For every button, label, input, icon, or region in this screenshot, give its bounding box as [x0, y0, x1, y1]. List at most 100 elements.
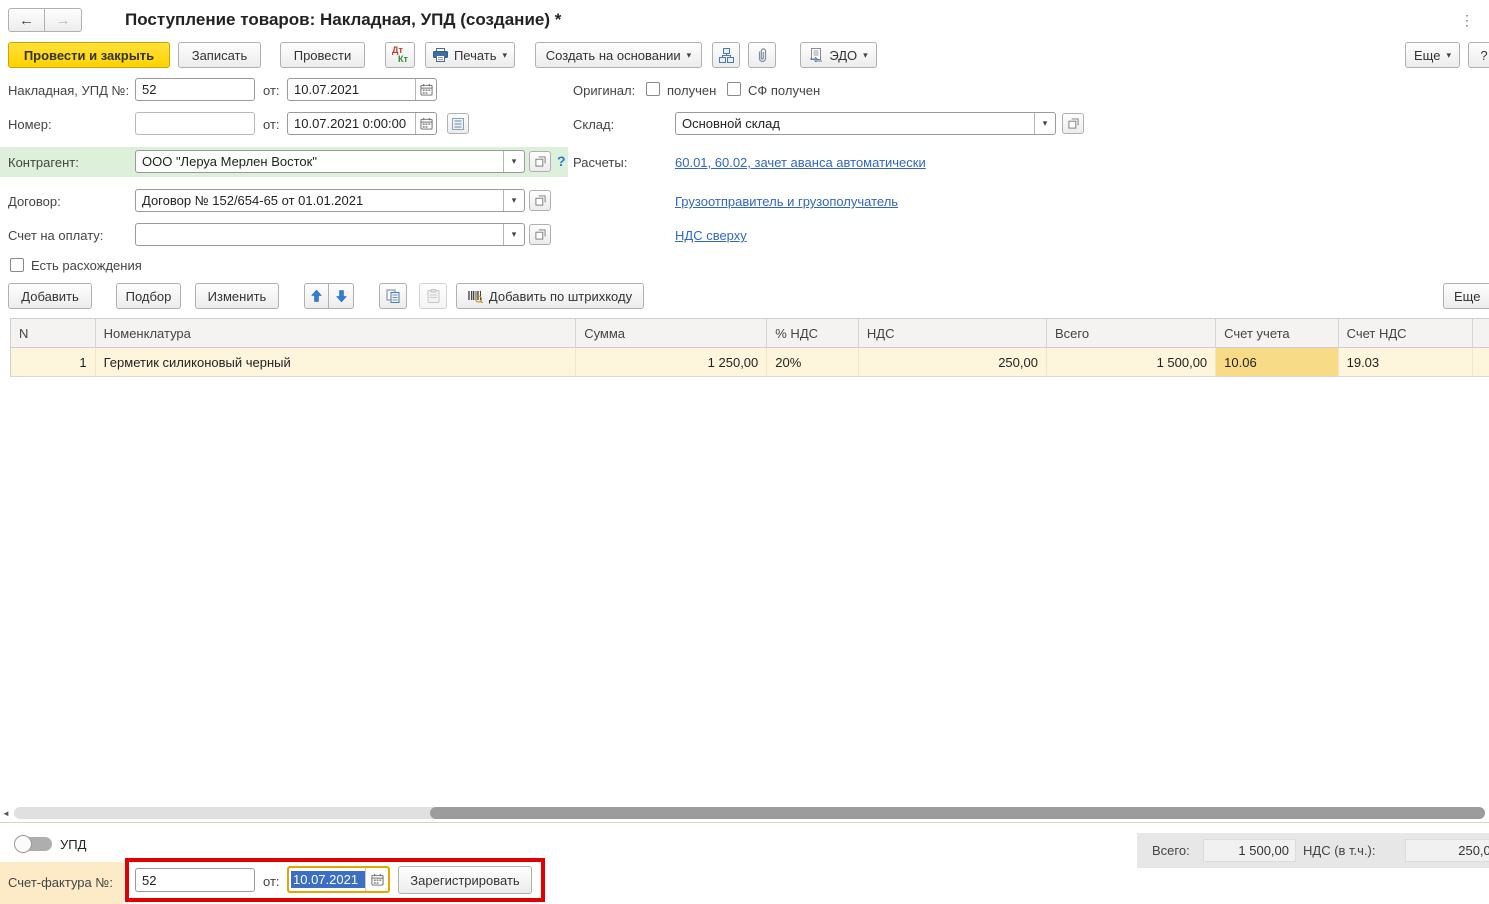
dt-kt-button[interactable]: Дт Кт	[385, 42, 415, 68]
post-label: Провести	[294, 48, 352, 63]
invoice-date-value[interactable]: 10.07.2021	[288, 82, 415, 97]
cell-sum[interactable]: 1 250,00	[576, 348, 767, 376]
payment-invoice-open-button[interactable]	[529, 224, 551, 245]
col-header-n[interactable]: N	[11, 319, 96, 347]
cell-vat-rate[interactable]: 20%	[767, 348, 859, 376]
more-button-table[interactable]: Еще	[1443, 283, 1489, 309]
vat-mode-link[interactable]: НДС сверху	[675, 228, 747, 243]
invoice-number-field[interactable]	[135, 868, 255, 892]
dt-kt-icon: Дт Кт	[392, 46, 408, 64]
counterparty-open-button[interactable]	[529, 151, 551, 172]
pick-button[interactable]: Подбор	[116, 283, 181, 309]
back-icon: ←	[19, 12, 34, 29]
create-based-on-label: Создать на основании	[546, 48, 681, 63]
contract-value[interactable]: Договор № 152/654-65 от 01.01.2021	[136, 193, 503, 208]
calendar-icon[interactable]	[365, 868, 388, 891]
copy-rows-button[interactable]	[379, 283, 407, 309]
doc-date-field[interactable]: 10.07.2021 0:00:00	[287, 112, 437, 135]
vat-total-label: НДС (в т.ч.):	[1303, 843, 1376, 858]
save-button[interactable]: Записать	[178, 42, 261, 68]
number-label: Номер:	[8, 117, 52, 132]
cell-vat-account[interactable]: 19.03	[1339, 348, 1473, 376]
save-label: Записать	[192, 48, 248, 63]
invoice-no-field[interactable]	[135, 78, 255, 101]
attachments-button[interactable]	[748, 42, 776, 68]
col-header-total[interactable]: Всего	[1047, 319, 1216, 347]
sf-received-label: СФ получен	[748, 83, 820, 98]
discrepancies-checkbox[interactable]	[10, 258, 24, 272]
nav-group: ← →	[8, 8, 82, 32]
document-list-button[interactable]	[447, 113, 469, 134]
horizontal-scrollbar-track[interactable]	[14, 807, 1485, 819]
edit-button[interactable]: Изменить	[195, 283, 279, 309]
counterparty-field[interactable]: ООО "Леруа Мерлен Восток" ▾	[135, 150, 525, 173]
counterparty-help-link[interactable]: ?	[557, 153, 566, 169]
move-up-button[interactable]	[304, 283, 329, 309]
invoice-no-input[interactable]	[142, 82, 248, 97]
col-header-account[interactable]: Счет учета	[1216, 319, 1338, 347]
cell-vat[interactable]: 250,00	[859, 348, 1047, 376]
payment-invoice-field[interactable]: ▾	[135, 223, 525, 246]
invoice-date-selected-text[interactable]: 10.07.2021	[291, 871, 365, 888]
chevron-down-icon[interactable]: ▾	[503, 190, 524, 211]
move-down-button[interactable]	[329, 283, 354, 309]
structure-button[interactable]	[712, 42, 740, 68]
table-row[interactable]: 1 Герметик силиконовый черный 1 250,00 2…	[10, 348, 1489, 377]
calendar-icon[interactable]	[415, 113, 436, 134]
warehouse-open-button[interactable]	[1062, 113, 1084, 134]
paste-rows-button[interactable]	[419, 283, 447, 309]
original-received-checkbox[interactable]	[646, 82, 660, 96]
contract-field[interactable]: Договор № 152/654-65 от 01.01.2021 ▾	[135, 189, 525, 212]
post-button[interactable]: Провести	[280, 42, 365, 68]
post-and-close-button[interactable]: Провести и закрыть	[8, 42, 170, 68]
chevron-down-icon[interactable]: ▾	[503, 151, 524, 172]
contract-open-button[interactable]	[529, 190, 551, 211]
arrow-up-icon	[311, 290, 322, 302]
settlements-link[interactable]: 60.01, 60.02, зачет аванса автоматически	[675, 155, 926, 170]
toggle-knob[interactable]	[14, 835, 32, 853]
register-button[interactable]: Зарегистрировать	[398, 866, 532, 894]
back-button[interactable]: ←	[8, 8, 45, 32]
open-window-icon	[535, 195, 546, 206]
invoice-date-field[interactable]: 10.07.2021	[287, 78, 437, 101]
sf-received-checkbox[interactable]	[727, 82, 741, 96]
consignor-link[interactable]: Грузоотправитель и грузополучатель	[675, 194, 898, 209]
cell-nomenclature[interactable]: Герметик силиконовый черный	[96, 348, 577, 376]
doc-date-value[interactable]: 10.07.2021 0:00:00	[288, 116, 415, 131]
discrepancies-label: Есть расхождения	[31, 258, 142, 273]
more-button-top[interactable]: Еще ▾	[1405, 42, 1460, 68]
warehouse-field[interactable]: Основной склад ▾	[675, 112, 1056, 135]
chevron-down-icon[interactable]: ▾	[503, 224, 524, 245]
barcode-icon	[468, 290, 483, 303]
counterparty-value[interactable]: ООО "Леруа Мерлен Восток"	[136, 154, 503, 169]
horizontal-scrollbar-thumb[interactable]	[430, 807, 1485, 819]
list-icon	[452, 118, 464, 130]
forward-button[interactable]: →	[45, 8, 82, 32]
help-button[interactable]: ?	[1468, 42, 1489, 68]
cell-n[interactable]: 1	[11, 348, 96, 376]
window-menu-icon[interactable]: ⋮	[1460, 12, 1474, 29]
cell-total[interactable]: 1 500,00	[1047, 348, 1216, 376]
col-header-vat-rate[interactable]: % НДС	[767, 319, 859, 347]
number-field[interactable]	[135, 112, 255, 135]
calendar-icon[interactable]	[415, 79, 436, 100]
settlements-label: Расчеты:	[573, 155, 627, 170]
print-button[interactable]: Печать ▾	[425, 42, 515, 68]
invoice-date-field-footer[interactable]: 10.07.2021	[287, 866, 390, 893]
invoice-number-input[interactable]	[142, 873, 248, 888]
cell-account-selected[interactable]: 10.06	[1216, 348, 1338, 376]
edo-button[interactable]: ЭДО ▾	[800, 42, 877, 68]
add-by-barcode-button[interactable]: Добавить по штрихкоду	[456, 283, 644, 309]
chevron-down-icon[interactable]: ▾	[1034, 113, 1055, 134]
number-input[interactable]	[142, 116, 248, 131]
col-header-sum[interactable]: Сумма	[576, 319, 767, 347]
add-row-button[interactable]: Добавить	[8, 283, 92, 309]
create-based-on-button[interactable]: Создать на основании ▾	[535, 42, 702, 68]
invoice-no-label: Накладная, УПД №:	[8, 83, 129, 98]
col-header-nomenclature[interactable]: Номенклатура	[96, 319, 577, 347]
scroll-left-icon[interactable]: ◄	[2, 807, 12, 819]
col-header-vat-account[interactable]: Счет НДС	[1339, 319, 1473, 347]
warehouse-value[interactable]: Основной склад	[676, 116, 1034, 131]
col-header-vat[interactable]: НДС	[859, 319, 1047, 347]
upd-toggle[interactable]	[14, 835, 52, 853]
